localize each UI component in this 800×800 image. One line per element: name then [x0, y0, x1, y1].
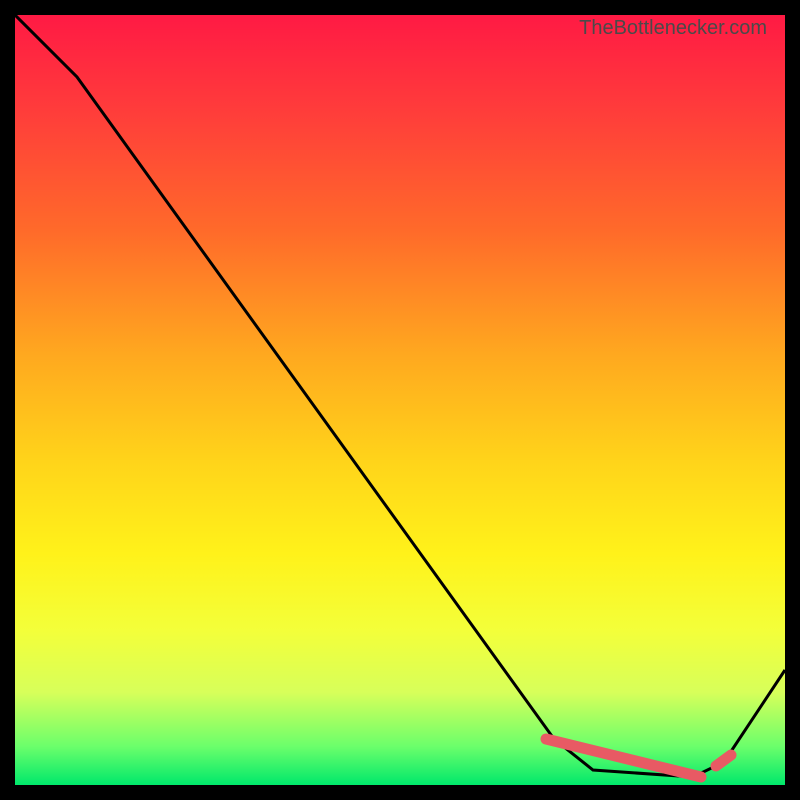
chart-stage: TheBottlenecker.com: [0, 0, 800, 800]
highlight-segment-2: [716, 755, 731, 766]
chart-plot-area: TheBottlenecker.com: [15, 15, 785, 785]
curve-line: [15, 15, 785, 777]
chart-svg: [15, 15, 785, 785]
